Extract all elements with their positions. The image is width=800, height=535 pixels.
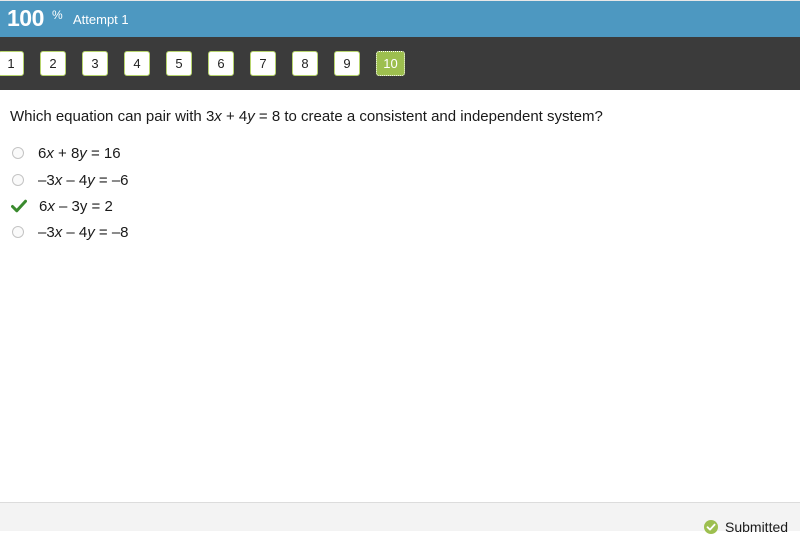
- check-circle-icon: [704, 520, 718, 534]
- question-button-3[interactable]: 3: [82, 51, 108, 76]
- footer-bar: Submitted: [0, 502, 800, 535]
- top-score-bar: 100 % Attempt 1: [0, 0, 800, 37]
- option-label: 6x – 3y = 2: [39, 198, 113, 215]
- question-navigation: 1 2 3 4 5 6 7 8 9 10: [0, 37, 800, 90]
- option-var: x: [46, 144, 54, 162]
- score-unit: %: [52, 8, 63, 22]
- answer-option-3[interactable]: 6x – 3y = 2: [11, 196, 113, 216]
- option-part: = –6: [94, 171, 129, 189]
- option-part: –3: [38, 223, 55, 241]
- question-button-8[interactable]: 8: [292, 51, 318, 76]
- option-var: y: [79, 144, 87, 162]
- question-button-1[interactable]: 1: [0, 51, 24, 76]
- question-text: Which equation can pair with 3x + 4y = 8…: [10, 108, 603, 125]
- radio-button[interactable]: [12, 174, 24, 186]
- question-button-5[interactable]: 5: [166, 51, 192, 76]
- option-part: –3: [38, 171, 55, 189]
- question-button-2[interactable]: 2: [40, 51, 66, 76]
- checkmark-icon: [11, 199, 27, 213]
- option-part: = 16: [86, 144, 121, 162]
- radio-button[interactable]: [12, 226, 24, 238]
- option-label: –3x – 4y = –6: [38, 172, 129, 189]
- option-part: = –8: [94, 223, 129, 241]
- question-button-6[interactable]: 6: [208, 51, 234, 76]
- question-var-x: x: [214, 108, 222, 125]
- submitted-status: Submitted: [704, 519, 788, 535]
- question-button-9[interactable]: 9: [334, 51, 360, 76]
- option-var: x: [47, 197, 55, 215]
- option-var: y: [87, 171, 95, 189]
- question-part: Which equation can pair with 3: [10, 108, 215, 125]
- option-label: 6x + 8y = 16: [38, 145, 121, 162]
- submitted-label: Submitted: [725, 519, 789, 535]
- answer-option-1[interactable]: 6x + 8y = 16: [12, 143, 121, 163]
- answer-option-2[interactable]: –3x – 4y = –6: [12, 170, 129, 190]
- radio-button[interactable]: [12, 147, 24, 159]
- score-value: 100: [7, 5, 44, 31]
- option-var: y: [87, 223, 95, 241]
- question-part: + 4: [221, 108, 248, 125]
- option-part: – 4: [62, 223, 88, 241]
- question-button-7[interactable]: 7: [250, 51, 276, 76]
- answer-option-4[interactable]: –3x – 4y = –8: [12, 222, 129, 242]
- question-var-y: y: [247, 108, 255, 125]
- attempt-label: Attempt 1: [73, 12, 129, 27]
- question-button-4[interactable]: 4: [124, 51, 150, 76]
- option-label: –3x – 4y = –8: [38, 224, 129, 241]
- option-part: – 3y = 2: [54, 197, 113, 215]
- option-part: + 8: [53, 144, 80, 162]
- option-part: – 4: [62, 171, 88, 189]
- question-part: = 8 to create a consistent and independe…: [254, 108, 603, 125]
- question-button-10[interactable]: 10: [376, 51, 405, 76]
